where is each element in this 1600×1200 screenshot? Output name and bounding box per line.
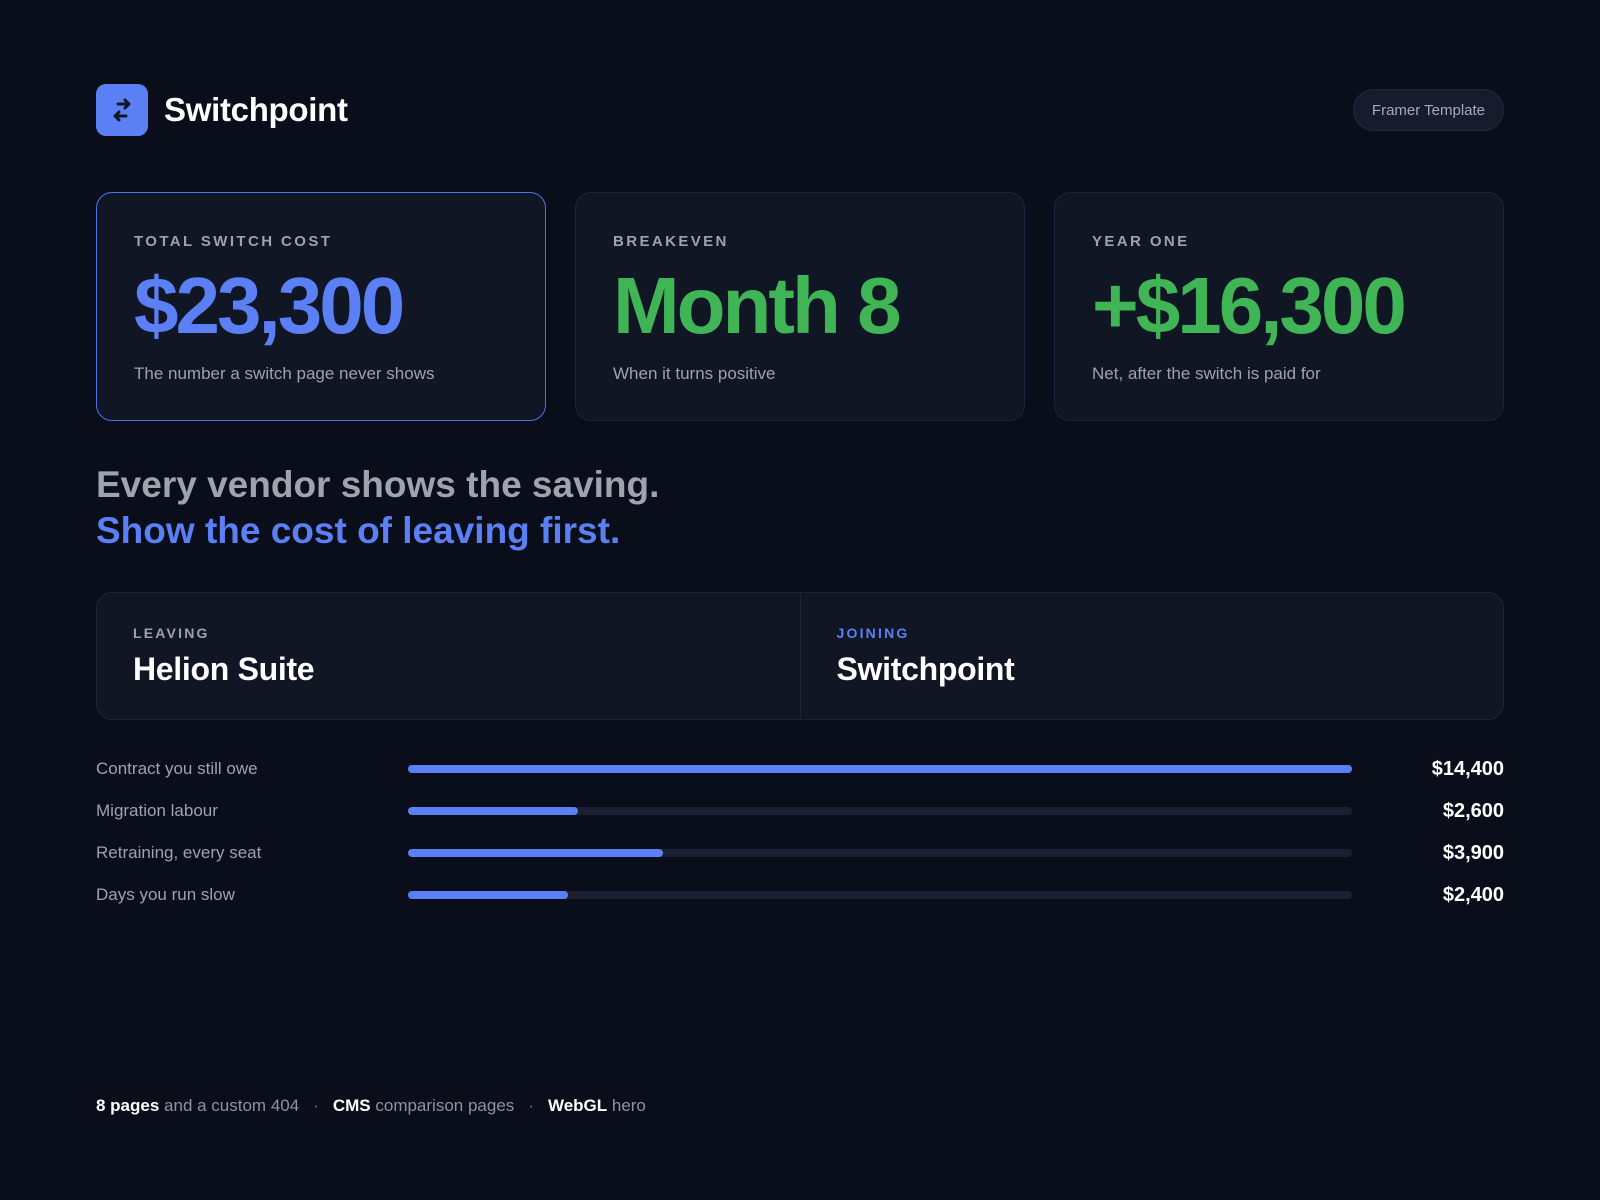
stat-label: BREAKEVEN (613, 233, 729, 250)
cost-bar-fill (408, 849, 663, 857)
headline: Every vendor shows the saving. Show the … (96, 462, 996, 554)
headline-line-2: Show the cost of leaving first. (96, 510, 621, 551)
joining-vendor[interactable]: JOINING Switchpoint (799, 593, 1504, 719)
stat-caption: Net, after the switch is paid for (1092, 364, 1321, 383)
stat-caption: The number a switch page never shows (134, 364, 435, 383)
footer-cms-text: comparison pages (370, 1096, 515, 1115)
cost-bar-track (408, 807, 1352, 815)
cost-bar-track (408, 765, 1352, 773)
cost-label: Contract you still owe (96, 759, 258, 778)
joining-label: JOINING (836, 625, 910, 641)
leaving-vendor[interactable]: LEAVING Helion Suite (97, 593, 800, 719)
cost-row: Contract you still owe $14,400 (96, 748, 1504, 790)
stat-value: $23,300 (134, 261, 405, 350)
cost-label: Days you run slow (96, 885, 235, 904)
cost-value: $2,600 (1442, 799, 1504, 822)
footer-webgl-bold: WebGL (547, 1096, 608, 1115)
stat-label: YEAR ONE (1092, 233, 1190, 250)
stat-label: TOTAL SWITCH COST (134, 233, 333, 250)
cost-bar-fill (408, 891, 569, 899)
brand[interactable]: Switchpoint (96, 84, 348, 136)
stat-card-year-one[interactable]: YEAR ONE +$16,300 Net, after the switch … (1054, 192, 1504, 421)
leaving-label: LEAVING (133, 625, 210, 641)
footer-separator: · (528, 1096, 534, 1115)
cost-value: $3,900 (1442, 841, 1504, 864)
cost-bar-track (408, 849, 1352, 857)
cost-value: $14,400 (1431, 757, 1504, 780)
framer-template-badge[interactable]: Framer Template (1352, 89, 1504, 131)
cost-row: Days you run slow $2,400 (96, 874, 1504, 916)
headline-line-1: Every vendor shows the saving. (96, 464, 660, 505)
stat-card-total-switch-cost[interactable]: TOTAL SWITCH COST $23,300 The number a s… (96, 192, 546, 421)
feature-footer: 8 pages and a custom 404 · CMS compariso… (96, 1096, 646, 1116)
brand-name: Switchpoint (164, 91, 348, 128)
cost-bar-track (408, 891, 1352, 899)
vendor-compare-panel: LEAVING Helion Suite JOINING Switchpoint (96, 592, 1504, 720)
cost-value: $2,400 (1442, 883, 1504, 906)
page: Switchpoint Framer Template TOTAL SWITCH… (0, 0, 1600, 1200)
footer-cms-bold: CMS (332, 1096, 371, 1115)
stat-value: +$16,300 (1092, 261, 1407, 350)
cost-breakdown: Contract you still owe $14,400 Migration… (96, 748, 1504, 916)
joining-vendor-name: Switchpoint (836, 651, 1015, 687)
switch-arrows-icon (96, 84, 148, 136)
stat-cards: TOTAL SWITCH COST $23,300 The number a s… (96, 192, 1504, 421)
cost-row: Migration labour $2,600 (96, 790, 1504, 832)
stat-caption: When it turns positive (613, 364, 776, 383)
stat-card-breakeven[interactable]: BREAKEVEN Month 8 When it turns positive (575, 192, 1025, 421)
cost-bar-fill (408, 807, 578, 815)
footer-pages-text: and a custom 404 (159, 1096, 300, 1115)
stat-value: Month 8 (613, 261, 902, 350)
header: Switchpoint Framer Template (96, 84, 1504, 136)
footer-pages-bold: 8 pages (96, 1096, 160, 1115)
cost-label: Retraining, every seat (96, 843, 262, 862)
cost-row: Retraining, every seat $3,900 (96, 832, 1504, 874)
footer-webgl-text: hero (607, 1096, 646, 1115)
leaving-vendor-name: Helion Suite (133, 651, 315, 687)
cost-label: Migration labour (96, 801, 218, 820)
cost-bar-fill (408, 765, 1352, 773)
footer-separator: · (313, 1096, 319, 1115)
